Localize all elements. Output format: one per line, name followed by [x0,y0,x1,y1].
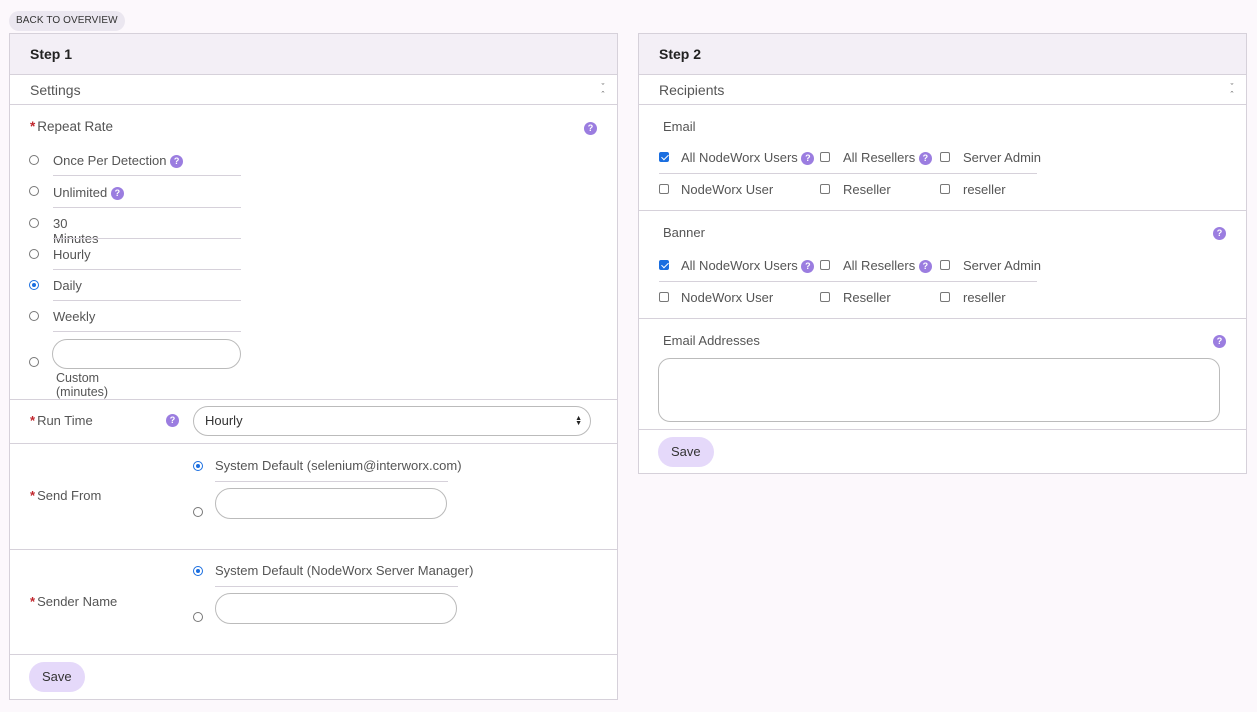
banner-nodeworx-user-checkbox[interactable] [659,292,669,302]
checkbox-label: All NodeWorx Users ? [681,258,815,274]
banner-all-resellers-checkbox[interactable] [820,260,830,270]
banner-label: Banner [663,225,705,240]
step2-title: Step 2 [639,34,1246,75]
checkbox-label: NodeWorx User [681,182,774,197]
send-from-label: * Send From [30,488,102,503]
help-icon[interactable]: ? [918,260,932,274]
radio-daily[interactable] [29,280,39,290]
banner-reseller-user-checkbox[interactable] [940,292,950,302]
help-icon[interactable]: ? [918,152,932,166]
step2-panel: Step 2 Recipients ˇˆ Email All NodeWorx … [638,33,1247,474]
checkbox-label: Reseller [843,290,891,305]
recipients-section-header[interactable]: Recipients ˇˆ [639,75,1246,105]
help-icon[interactable]: ? [170,155,184,169]
radio-30-minutes[interactable] [29,218,39,228]
email-addresses-label: Email Addresses [663,333,760,348]
help-icon[interactable]: ? [110,187,124,201]
banner-all-nodeworx-users-checkbox[interactable] [659,260,669,270]
sender-name-label: * Sender Name [30,594,118,609]
checkbox-label: Reseller [843,182,891,197]
recipients-section-title: Recipients [659,82,725,98]
radio-custom[interactable] [29,357,39,367]
email-addresses-help-icon[interactable]: ? [1213,335,1226,348]
banner-server-admin-checkbox[interactable] [940,260,950,270]
custom-minutes-input[interactable] [52,339,241,369]
radio-hourly[interactable] [29,249,39,259]
checkbox-label: Server Admin [963,258,1042,273]
step2-save-button[interactable]: Save [658,437,714,467]
help-icon[interactable]: ? [801,260,815,274]
radio-sender-name-custom[interactable] [193,612,203,622]
repeat-option-label: Weekly [53,309,96,324]
step1-panel: Step 1 Settings ˇˆ * Repeat Rate ? Once P… [9,33,618,700]
radio-sender-name-default[interactable] [193,566,203,576]
repeat-option-label: Unlimited ? [53,185,124,201]
banner-help-icon[interactable]: ? [1213,227,1226,240]
step1-save-button[interactable]: Save [29,662,85,692]
help-icon[interactable]: ? [801,152,815,166]
checkbox-label: NodeWorx User [681,290,774,305]
checkbox-label: reseller [963,182,1006,197]
email-nodeworx-user-checkbox[interactable] [659,184,669,194]
checkbox-label: All Resellers ? [843,258,932,274]
email-all-resellers-checkbox[interactable] [820,152,830,162]
sender-name-input[interactable] [215,593,457,624]
custom-minutes-label: Custom (minutes) [56,371,109,399]
email-server-admin-checkbox[interactable] [940,152,950,162]
settings-section-title: Settings [30,82,81,98]
radio-send-from-custom[interactable] [193,507,203,517]
repeat-option-label: Once Per Detection ? [53,153,184,169]
checkbox-label: Server Admin [963,150,1042,165]
radio-unlimited[interactable] [29,186,39,196]
run-time-select[interactable]: Hourly ▲ ▼ [193,406,591,436]
repeat-rate-help-icon[interactable]: ? [584,122,597,135]
repeat-option-label: 30 Minutes [53,216,99,246]
repeat-rate-label: * Repeat Rate [30,119,114,134]
radio-weekly[interactable] [29,311,39,321]
email-label: Email [663,119,696,134]
checkbox-label: All NodeWorx Users ? [681,150,815,166]
step1-title: Step 1 [10,34,617,75]
select-arrows-icon: ▲ ▼ [575,415,582,427]
email-addresses-textarea[interactable] [658,358,1220,422]
banner-reseller-checkbox[interactable] [820,292,830,302]
email-all-nodeworx-users-checkbox[interactable] [659,152,669,162]
checkbox-label: reseller [963,290,1006,305]
repeat-option-label: Hourly [53,247,91,262]
email-reseller-user-checkbox[interactable] [940,184,950,194]
back-to-overview-button[interactable]: BACK TO OVERVIEW [9,11,125,31]
collapse-icon[interactable]: ˇˆ [1228,75,1236,100]
radio-once-per-detection[interactable] [29,155,39,165]
repeat-option-label: Daily [53,278,82,293]
send-from-default-label: System Default (selenium@interworx.com) [215,458,462,473]
email-reseller-checkbox[interactable] [820,184,830,194]
radio-send-from-default[interactable] [193,461,203,471]
send-from-input[interactable] [215,488,447,519]
run-time-label: * Run Time [30,413,93,428]
run-time-help-icon[interactable]: ? [166,414,179,427]
checkbox-label: All Resellers ? [843,150,932,166]
collapse-icon[interactable]: ˇˆ [599,75,607,100]
sender-name-default-label: System Default (NodeWorx Server Manager) [215,563,474,578]
settings-section-header[interactable]: Settings ˇˆ [10,75,617,105]
